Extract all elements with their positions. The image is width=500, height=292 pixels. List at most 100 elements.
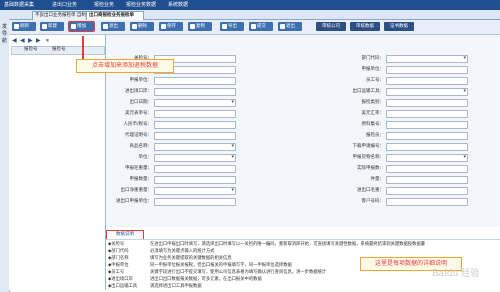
form-select-right[interactable] [386, 55, 468, 63]
form-label-right: 进出口毛重： [357, 188, 384, 193]
form-input-left[interactable] [154, 165, 236, 173]
menu-item-system-data[interactable]: 系统数据 [168, 1, 188, 9]
form-input-right[interactable] [386, 198, 468, 206]
form-input-right[interactable] [386, 77, 468, 85]
menu-item-inspection[interactable]: 报检业务 [94, 1, 114, 9]
form-label-right: 出口运输工具： [352, 89, 385, 94]
form-input-left[interactable] [154, 110, 236, 118]
export-label: 导出 [228, 24, 237, 29]
certificate-data-button[interactable]: 证书数据 [384, 22, 414, 31]
form-label-right: 件量： [370, 177, 385, 182]
form-input-right[interactable] [386, 176, 468, 184]
note-label: ◆关检号 [108, 242, 125, 247]
form-select-left[interactable] [154, 154, 236, 162]
form-input-right[interactable] [386, 99, 468, 107]
form-label-left: 单位： [138, 155, 153, 160]
form-label-left: 申报单位： [129, 78, 153, 83]
exit-button[interactable]: 退出 [278, 22, 302, 31]
form-label-left: 代理证明号： [125, 133, 152, 138]
form-input-left[interactable] [154, 198, 236, 206]
form-label-right: 实际申报数： [357, 166, 384, 171]
nav-strip-label-3[interactable]: 航 [1, 38, 8, 45]
add-label: 增加 [77, 24, 86, 29]
callout-arrow [82, 36, 84, 59]
prev-page-icon[interactable]: ◀ [20, 37, 25, 45]
form-select-right[interactable] [386, 88, 468, 96]
save-label: 保存 [167, 24, 176, 29]
exit-label: 退出 [286, 24, 295, 29]
copy-button[interactable]: 复制 [188, 22, 212, 31]
menu-item-import-export[interactable]: 进出口业务 [52, 1, 77, 9]
delete-label: 删除 [138, 24, 147, 29]
form-select-left[interactable] [154, 143, 236, 151]
note-text: 请选择进出口工具申报数据 [150, 284, 202, 289]
note-text: 进出口出口数据报关数据，可多元素，在出口报关中的数据 [150, 277, 262, 282]
form-input-right[interactable] [386, 132, 468, 140]
export-button[interactable]: 导出 [220, 22, 244, 31]
tab-unqualified-export[interactable]: 不良出口业务报检单 自制 [32, 11, 88, 20]
note-text: 关键字段进行出口不提交填写，使用公司信息表格为填写确认进行查询信息，进一步数据统… [150, 270, 327, 275]
add-icon [71, 24, 76, 29]
form-input-right[interactable] [386, 110, 468, 118]
form-input-right[interactable] [386, 121, 468, 129]
form-select-left[interactable] [154, 187, 236, 195]
nav-strip-label-1[interactable]: 发 [1, 24, 8, 31]
refresh-label: 刷新 [20, 24, 29, 29]
form-input-left[interactable] [154, 121, 236, 129]
copy-icon [190, 24, 195, 29]
refresh-button[interactable]: 刷新 [12, 22, 36, 31]
new-label: 新建 [48, 24, 57, 29]
form-input-left[interactable] [154, 176, 236, 184]
last-page-icon[interactable]: ▶ [36, 37, 41, 45]
form-label-left: 申报毛重量： [125, 166, 152, 171]
menu-item-basic-data[interactable]: 基础数据采集 [4, 1, 34, 9]
undo-button[interactable]: 退出 [101, 22, 125, 31]
first-page-icon[interactable]: ◀ [12, 37, 17, 45]
form-input-left[interactable] [154, 77, 236, 85]
form-label-right: 部门代码： [361, 56, 385, 61]
note-text: 填写为业务关键提取的关键数据的相关信息 [150, 256, 232, 261]
refresh-icon [14, 24, 19, 29]
list-column-inspection-no-2[interactable]: 报检号 [52, 47, 66, 53]
note-label: ◆部门代码 [108, 249, 129, 254]
audit-data-button[interactable]: 审核数据 [350, 22, 380, 31]
exit-icon [280, 24, 285, 29]
submit-button[interactable]: 提交 [249, 22, 273, 31]
note-label: ◆员工号 [108, 270, 125, 275]
new-button[interactable]: 新建 [40, 22, 64, 31]
add-button[interactable]: 增加 [68, 21, 95, 32]
form-input-left[interactable] [154, 132, 236, 140]
form-input-right[interactable] [386, 66, 468, 74]
form-select-right[interactable] [386, 154, 468, 162]
export-icon [222, 24, 227, 29]
form-input-right[interactable] [386, 165, 468, 173]
form-input-right[interactable] [386, 143, 468, 151]
menu-item-inspection-data[interactable]: 报检业务数据 [126, 1, 156, 9]
next-page-icon[interactable]: ▶ [28, 37, 33, 45]
pause-icon[interactable]: ⏸ [46, 37, 49, 45]
nav-strip-label-2[interactable]: 导 [1, 31, 8, 38]
note-label: ◆进出境口岸 [108, 277, 133, 282]
audit-company-button[interactable]: 审核公司 [316, 22, 346, 31]
delete-icon [132, 24, 137, 29]
note-label: ◆申报单位 [108, 263, 129, 268]
delete-button[interactable]: 删除 [130, 22, 154, 31]
undo-icon [103, 24, 108, 29]
form-label-right: 报检员： [366, 133, 384, 138]
tab-exporter-inspection[interactable]: 出口商报检业务报检单 [86, 11, 144, 20]
list-column-inspection-no[interactable]: 报检号 [24, 47, 38, 53]
form-select-left[interactable] [154, 99, 236, 107]
form-label-left: 进出境口岸： [125, 89, 152, 94]
note-label: ◆出口运输工具 [108, 284, 138, 289]
add-button-callout: 点击增加来添加退税数据 [76, 59, 174, 73]
form-input-right[interactable] [386, 187, 468, 195]
submit-label: 提交 [257, 24, 266, 29]
watermark: Baidu 经验 [432, 269, 480, 279]
submit-icon [251, 24, 256, 29]
form-input-left[interactable] [154, 88, 236, 96]
form-label-left: 出口日期： [129, 100, 153, 105]
form-label-right: 申报单位： [361, 67, 385, 72]
form-label-right: 下载申请编号： [352, 144, 385, 149]
new-icon [42, 24, 47, 29]
save-button[interactable]: 保存 [159, 22, 183, 31]
